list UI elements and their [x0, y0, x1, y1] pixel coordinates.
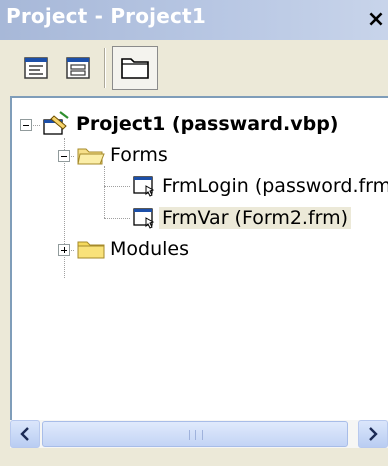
tree-connector — [104, 186, 130, 188]
tree-node-project[interactable]: Project1 (passward.vbp) — [40, 110, 338, 144]
tree-connector — [104, 166, 106, 218]
folder-icon — [121, 58, 149, 79]
tree-node-modules[interactable]: Modules — [76, 236, 189, 266]
view-object-icon — [66, 57, 90, 79]
project-icon — [43, 111, 69, 135]
form-icon — [133, 176, 155, 197]
tree-node-forms[interactable]: Forms — [76, 142, 168, 172]
tree-label-frmvar: FrmVar (Form2.frm) — [159, 207, 352, 229]
closed-folder-icon — [77, 241, 105, 259]
horizontal-scrollbar[interactable] — [10, 420, 388, 448]
tree-label-project: Project1 (passward.vbp) — [76, 113, 339, 135]
modules-expand-toggle[interactable] — [58, 244, 70, 256]
tree-node-frmlogin[interactable]: FrmLogin (password.frm) — [132, 174, 388, 202]
forms-collapse-toggle[interactable] — [58, 150, 70, 162]
scroll-grip-icon — [189, 430, 203, 440]
project-tree[interactable]: Project1 (passward.vbp) Forms FrmLogin (… — [10, 96, 388, 420]
title-bar[interactable]: Project - Project1 × — [0, 0, 388, 40]
tree-label-forms: Forms — [110, 144, 168, 166]
view-object-button[interactable] — [64, 54, 92, 82]
tree-label-frmlogin: FrmLogin (password.frm) — [162, 175, 388, 197]
open-folder-icon — [77, 148, 105, 165]
arrow-right-icon — [369, 427, 378, 441]
bottom-edge — [0, 448, 388, 466]
root-collapse-toggle[interactable] — [20, 119, 32, 131]
arrow-left-icon — [20, 427, 29, 441]
tree-node-frmvar[interactable]: FrmVar (Form2.frm) — [132, 206, 352, 234]
toggle-folders-button[interactable] — [112, 46, 158, 90]
scroll-right-button[interactable] — [358, 420, 388, 448]
close-button[interactable]: × — [364, 5, 388, 35]
tree-connector — [104, 218, 130, 220]
window-title: Project - Project1 — [6, 4, 206, 28]
toolbar-separator — [104, 48, 106, 88]
tree-label-modules: Modules — [110, 238, 189, 260]
toolbar — [0, 40, 388, 96]
scroll-left-button[interactable] — [10, 420, 40, 448]
scroll-thumb[interactable] — [42, 421, 348, 447]
form-icon — [133, 208, 155, 229]
view-code-icon — [24, 57, 48, 79]
view-code-button[interactable] — [22, 54, 50, 82]
